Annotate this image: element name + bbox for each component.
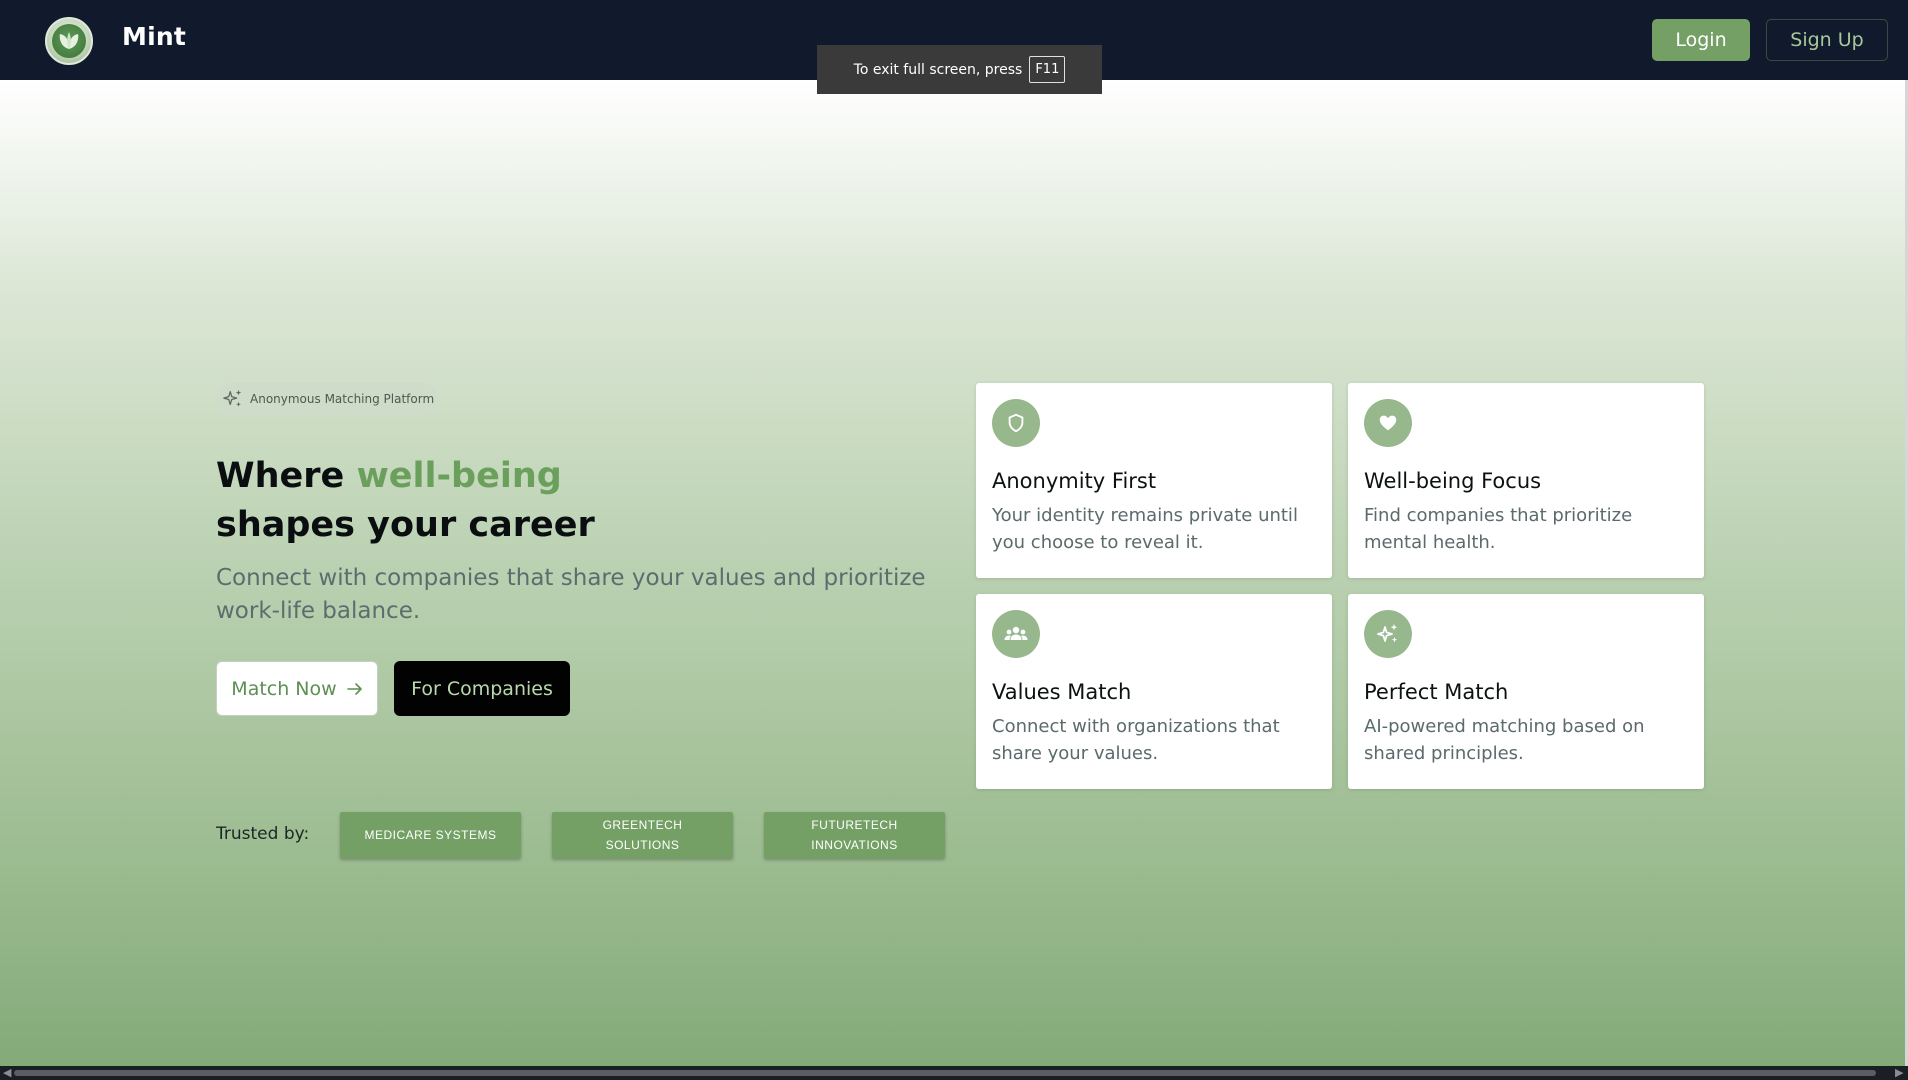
feature-card-anonymity[interactable]: Anonymity First Your identity remains pr…: [976, 383, 1332, 578]
scroll-right-icon[interactable]: ▶: [1895, 1066, 1903, 1080]
feature-title: Values Match: [992, 680, 1132, 704]
match-now-button[interactable]: Match Now: [216, 661, 378, 716]
horizontal-scrollbar[interactable]: ◀ ▶: [0, 1066, 1908, 1080]
platform-badge: Anonymous Matching Platform: [216, 383, 438, 415]
feature-card-values[interactable]: Values Match Connect with organizations …: [976, 594, 1332, 789]
brand-name[interactable]: Mint: [122, 22, 186, 51]
feature-card-perfect-match[interactable]: Perfect Match AI-powered matching based …: [1348, 594, 1704, 789]
fullscreen-notice-text: To exit full screen, press: [853, 61, 1023, 78]
hero-headline: Where well-being shapes your career: [216, 452, 595, 550]
feature-description: Connect with organizations that share yo…: [992, 716, 1280, 764]
trusted-by-label: Trusted by:: [216, 824, 310, 844]
sparkles-icon: [1364, 610, 1412, 658]
feature-title: Well-being Focus: [1364, 469, 1542, 493]
fullscreen-key-badge: F11: [1029, 56, 1066, 83]
signup-button[interactable]: Sign Up: [1766, 19, 1888, 61]
headline-prefix: Where: [216, 456, 357, 496]
headline-line2: shapes your career: [216, 505, 595, 545]
scrollbar-thumb[interactable]: [14, 1070, 1876, 1076]
trusted-company-greentech[interactable]: GREENTECH SOLUTIONS: [552, 812, 733, 858]
feature-description: Find companies that prioritize mental he…: [1364, 505, 1633, 553]
match-now-label: Match Now: [231, 677, 337, 700]
scroll-left-icon[interactable]: ◀: [3, 1066, 11, 1080]
fullscreen-exit-notice: To exit full screen, press F11: [817, 45, 1102, 94]
shield-icon: [992, 399, 1040, 447]
trusted-company-medicare[interactable]: MEDICARE SYSTEMS: [340, 812, 521, 858]
arrow-right-icon: [346, 682, 362, 695]
feature-title: Perfect Match: [1364, 680, 1509, 704]
for-companies-button[interactable]: For Companies: [394, 661, 570, 716]
headline-accent: well-being: [356, 456, 562, 496]
feature-description: AI-powered matching based on shared prin…: [1364, 716, 1645, 764]
group-icon: [992, 610, 1040, 658]
feature-title: Anonymity First: [992, 469, 1157, 493]
feature-description: Your identity remains private until you …: [992, 505, 1298, 553]
badge-label: Anonymous Matching Platform: [250, 392, 435, 406]
hero-subtext: Connect with companies that share your v…: [216, 565, 926, 624]
login-button[interactable]: Login: [1652, 19, 1750, 61]
trusted-company-futuretech[interactable]: FUTURETECH INNOVATIONS: [764, 812, 945, 858]
mint-logo-icon[interactable]: [45, 17, 93, 65]
heart-icon: [1364, 399, 1412, 447]
feature-card-wellbeing[interactable]: Well-being Focus Find companies that pri…: [1348, 383, 1704, 578]
sparkles-icon: [223, 389, 242, 407]
